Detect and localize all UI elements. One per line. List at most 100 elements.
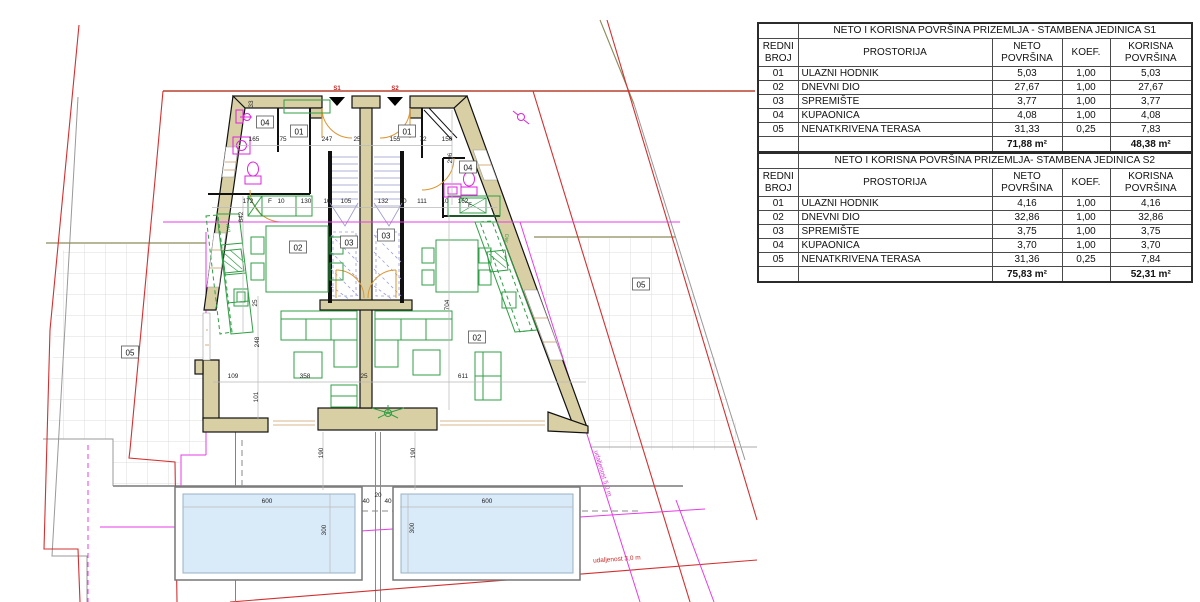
table-cell: 03 <box>758 95 798 109</box>
drawing-sheet: 165752472515572150172F101301010513210111… <box>0 0 1200 602</box>
table-cell: 1,00 <box>1062 239 1110 253</box>
svg-text:01: 01 <box>403 128 412 137</box>
table-row: 01ULAZNI HODNIK4,161,004,16 <box>758 197 1192 211</box>
dimension-label: 600 <box>262 498 273 505</box>
area-tables: NETO I KORISNA POVRŠINA PRIZEMLJA - STAM… <box>757 22 1193 283</box>
dimension-label: 10 <box>399 198 407 205</box>
table-row: 05NENATKRIVENA TERASA31,360,257,84 <box>758 253 1192 267</box>
room-label: 05 <box>633 278 650 290</box>
col-header-koef: KOEF. <box>1062 39 1110 67</box>
room-label: 04 <box>257 116 274 128</box>
table-row: 03SPREMIŠTE3,751,003,75 <box>758 225 1192 239</box>
table-cell: 01 <box>758 67 798 81</box>
total-neto: 71,88 m² <box>992 137 1062 153</box>
annotation-label: udaljenost 5,0 m <box>592 450 613 498</box>
table-cell: 3,70 <box>1110 239 1192 253</box>
dimension-label: 130 <box>301 198 312 205</box>
dimension-label: 247 <box>322 136 333 143</box>
dimension-label: 300 <box>409 522 416 533</box>
dimension-label: 101 <box>253 391 260 402</box>
table-cell: 31,33 <box>992 123 1062 137</box>
table-cell: 27,67 <box>992 81 1062 95</box>
dimension-label: 10 <box>277 198 285 205</box>
dimension-label: 109 <box>228 373 239 380</box>
svg-text:02: 02 <box>294 244 303 253</box>
dimension-label: 132 <box>378 198 389 205</box>
room-label: 02 <box>290 241 307 253</box>
dimension-label: 172 <box>243 198 254 205</box>
table-cell: 3,75 <box>992 225 1062 239</box>
dimension-label: 25 <box>353 136 361 143</box>
table-cell: 02 <box>758 81 798 95</box>
table-cell: 3,77 <box>992 95 1062 109</box>
dimension-label: 105 <box>341 198 352 205</box>
svg-text:04: 04 <box>464 164 473 173</box>
table-cell: 1,00 <box>1062 109 1110 123</box>
table-header-row: REDNI BROJ PROSTORIJA NETO POVRŠINA KOEF… <box>758 39 1192 67</box>
svg-text:02: 02 <box>473 334 482 343</box>
dimension-label: 704 <box>444 299 451 310</box>
table-row: 04KUPAONICA3,701,003,70 <box>758 239 1192 253</box>
svg-text:05: 05 <box>126 349 135 358</box>
table-row: 04KUPAONICA4,081,004,08 <box>758 109 1192 123</box>
col-header-koef: KOEF. <box>1062 169 1110 197</box>
table-cell: SPREMIŠTE <box>798 225 992 239</box>
dimension-label: 248 <box>254 336 261 347</box>
table-cell: 01 <box>758 197 798 211</box>
terrace-left-grid <box>48 244 206 486</box>
table-cell: 1,00 <box>1062 211 1110 225</box>
table-cell: 1,00 <box>1062 95 1110 109</box>
table-total-row: 71,88 m² 48,38 m² <box>758 137 1192 153</box>
dimension-label: 10 <box>323 198 331 205</box>
table-cell: 04 <box>758 109 798 123</box>
table-cell: SPREMIŠTE <box>798 95 992 109</box>
table-cell: 1,00 <box>1062 197 1110 211</box>
table-title: NETO I KORISNA POVRŠINA PRIZEMLJA - STAM… <box>798 23 1192 39</box>
area-table-s2: NETO I KORISNA POVRŠINA PRIZEMLJA- STAMB… <box>757 152 1193 283</box>
dimension-label: 25 <box>252 299 259 307</box>
dimension-label: 111 <box>417 198 427 205</box>
col-header-prostorija: PROSTORIJA <box>798 39 992 67</box>
col-header-redni-broj: REDNI BROJ <box>758 39 798 67</box>
table-cell: 5,03 <box>992 67 1062 81</box>
room-label: 03 <box>378 229 395 241</box>
table-row: 02DNEVNI DIO32,861,0032,86 <box>758 211 1192 225</box>
table-cell: 02 <box>758 211 798 225</box>
table-total-row: 75,83 m² 52,31 m² <box>758 267 1192 283</box>
annotation-label: DW <box>503 234 510 243</box>
table-cell: KUPAONICA <box>798 239 992 253</box>
table-cell: 05 <box>758 123 798 137</box>
room-label: 01 <box>399 125 416 137</box>
table-cell: 4,08 <box>1110 109 1192 123</box>
dimension-label: 190 <box>410 447 417 458</box>
table-cell: 1,00 <box>1062 225 1110 239</box>
toilet <box>248 162 259 176</box>
svg-text:01: 01 <box>295 128 304 137</box>
col-header-korisna: KORISNA POVRŠINA <box>1110 39 1192 67</box>
table-cell: 1,00 <box>1062 81 1110 95</box>
area-table-s1: NETO I KORISNA POVRŠINA PRIZEMLJA - STAM… <box>757 22 1193 153</box>
table-row: 01ULAZNI HODNIK5,031,005,03 <box>758 67 1192 81</box>
tap <box>518 114 525 121</box>
col-header-redni-broj: REDNI BROJ <box>758 169 798 197</box>
dimension-label: 296 <box>447 152 454 163</box>
table-cell: NENATKRIVENA TERASA <box>798 123 992 137</box>
room-label: 04 <box>460 161 477 173</box>
table-cell: 4,16 <box>1110 197 1192 211</box>
total-neto: 75,83 m² <box>992 267 1062 283</box>
table-cell: 3,75 <box>1110 225 1192 239</box>
dimension-label: 75 <box>279 136 287 143</box>
sink <box>444 184 461 197</box>
table-cell: 0,25 <box>1062 253 1110 267</box>
table-cell: 4,08 <box>992 109 1062 123</box>
total-korisna: 52,31 m² <box>1110 267 1192 283</box>
dimension-label: 40 <box>362 498 370 505</box>
windows <box>203 147 563 425</box>
table-row: 02DNEVNI DIO27,671,0027,67 <box>758 81 1192 95</box>
annotation-label: udaljenost 3,0 m <box>593 554 641 564</box>
svg-text:03: 03 <box>382 232 391 241</box>
room-label: 02 <box>469 331 486 343</box>
dimension-label: 72 <box>419 136 427 143</box>
table-title-row: NETO I KORISNA POVRŠINA PRIZEMLJA - STAM… <box>758 23 1192 39</box>
title-blank-cell <box>758 153 798 169</box>
